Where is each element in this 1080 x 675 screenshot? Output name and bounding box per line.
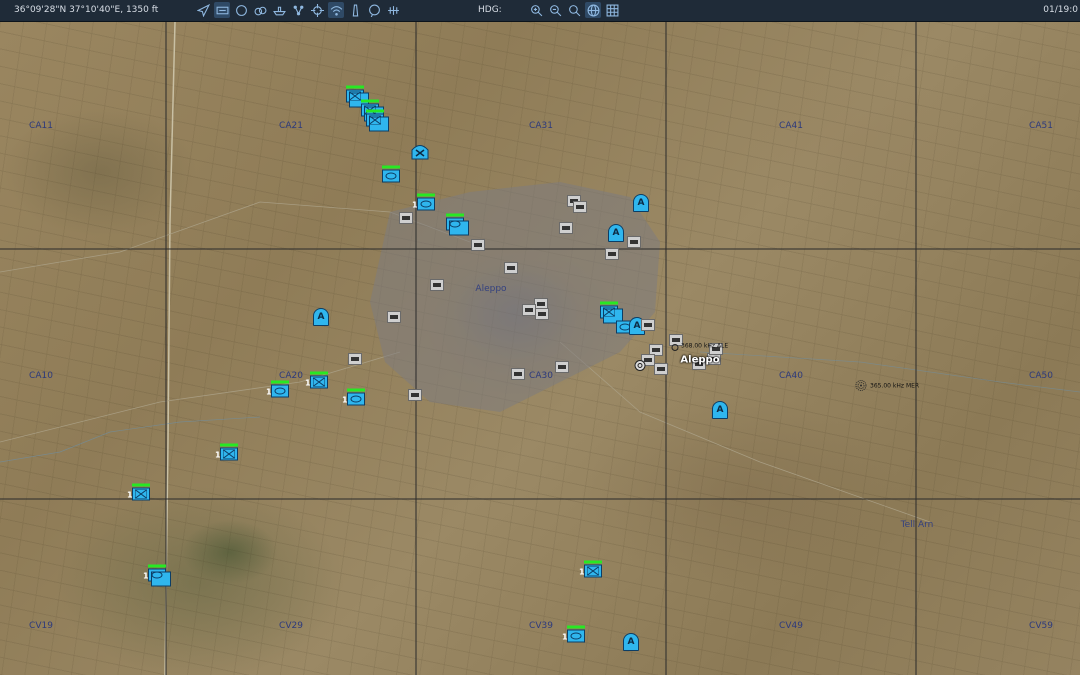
enemy-vehicle-icon[interactable]	[399, 212, 413, 224]
grid-label: CA40	[779, 371, 803, 381]
enemy-vehicle-icon[interactable]	[511, 368, 525, 380]
grid-label: CA30	[529, 371, 553, 381]
city-label-tell-arn: Tell Arn	[900, 520, 934, 530]
enemy-vehicle-icon[interactable]	[430, 279, 444, 291]
enemy-vehicle-icon[interactable]	[555, 361, 569, 373]
top-toolbar: 36°09'28"N 37°10'40"E, 1350 ft HDG: 01/1…	[0, 0, 1080, 22]
friendly-unit[interactable]: 1	[342, 388, 365, 406]
enemy-vehicle-icon[interactable]	[522, 304, 536, 316]
grid-label: CV19	[29, 621, 53, 631]
map-canvas[interactable]: CA11 CA21 CA31 CA41 CA51 CA10 CA20 CA30 …	[0, 22, 1080, 675]
grid-label: CA41	[779, 121, 803, 131]
radar-icon[interactable]	[385, 2, 401, 18]
grid-label: CA10	[29, 371, 53, 381]
friendly-helicopter-icon[interactable]	[411, 143, 429, 165]
wifi-icon[interactable]	[328, 2, 344, 18]
friendly-unit[interactable]	[366, 109, 389, 132]
friendly-unit[interactable]: 1	[412, 193, 435, 211]
air-defense-marker[interactable]: A	[712, 401, 728, 419]
grid-label: CA21	[279, 121, 303, 131]
grid-label: CA31	[529, 121, 553, 131]
grid-label: CA11	[29, 121, 53, 131]
friendly-unit[interactable]: 1	[215, 443, 238, 461]
mission-clock: 01/19:0	[1043, 5, 1078, 15]
globe-icon[interactable]	[585, 2, 601, 18]
enemy-vehicle-icon[interactable]	[654, 363, 668, 375]
grid-label: CA50	[1029, 371, 1053, 381]
grid-icon[interactable]	[604, 2, 620, 18]
enemy-vehicle-icon[interactable]	[535, 308, 549, 320]
friendly-unit[interactable]	[382, 165, 400, 183]
airfield-label[interactable]: Aleppo	[680, 355, 719, 366]
friendly-unit[interactable]: 1	[579, 560, 602, 578]
airfield-icon[interactable]	[634, 357, 646, 376]
ndb-beacon-icon[interactable]	[855, 377, 867, 396]
navigate-icon[interactable]	[195, 2, 211, 18]
layers-icon[interactable]	[214, 2, 230, 18]
road	[0, 351, 401, 443]
road	[559, 341, 931, 523]
beacon-label: 368.00 kHz ALE	[681, 342, 729, 350]
enemy-vehicle-icon[interactable]	[627, 236, 641, 248]
friendly-unit[interactable]: 1	[305, 371, 328, 389]
grid-label: CV29	[279, 621, 303, 631]
enemy-vehicle-icon[interactable]	[504, 262, 518, 274]
enemy-vehicle-icon[interactable]	[559, 222, 573, 234]
circle-icon[interactable]	[233, 2, 249, 18]
enemy-vehicle-icon[interactable]	[641, 319, 655, 331]
zoom-reset-icon[interactable]	[566, 2, 582, 18]
enemy-vehicle-icon[interactable]	[573, 201, 587, 213]
grid-label: CA20	[279, 371, 303, 381]
heading-label: HDG:	[478, 5, 502, 15]
zoom-icon-group	[528, 2, 620, 19]
air-defense-marker[interactable]: A	[623, 633, 639, 651]
friendly-unit[interactable]	[600, 301, 623, 324]
grid-label: CA51	[1029, 121, 1053, 131]
zoom-in-icon[interactable]	[528, 2, 544, 18]
friendly-unit[interactable]: 1	[127, 483, 150, 501]
enemy-vehicle-icon[interactable]	[408, 389, 422, 401]
enemy-vehicle-icon[interactable]	[387, 311, 401, 323]
ship-icon[interactable]	[271, 2, 287, 18]
beacon-label: 365.00 kHz MER	[870, 382, 920, 390]
friendly-unit[interactable]	[446, 213, 469, 236]
enemy-vehicle-icon[interactable]	[348, 353, 362, 365]
network-icon[interactable]	[290, 2, 306, 18]
cursor-coordinates: 36°09'28"N 37°10'40"E, 1350 ft	[14, 5, 159, 15]
enemy-vehicle-icon[interactable]	[605, 248, 619, 260]
grid-label: CV49	[779, 621, 803, 631]
air-defense-marker[interactable]: A	[608, 224, 624, 242]
tower-icon[interactable]	[347, 2, 363, 18]
air-defense-marker[interactable]: A	[313, 308, 329, 326]
enemy-vehicle-icon[interactable]	[471, 239, 485, 251]
weather-icon[interactable]	[252, 2, 268, 18]
ndb-beacon-icon[interactable]	[671, 337, 679, 356]
friendly-unit[interactable]: 1	[266, 380, 289, 398]
target-icon[interactable]	[309, 2, 325, 18]
city-label-aleppo: Aleppo	[475, 284, 507, 294]
friendly-unit[interactable]: 1	[143, 564, 171, 587]
air-defense-marker[interactable]: A	[633, 194, 649, 212]
zoom-out-icon[interactable]	[547, 2, 563, 18]
grid-label: CV39	[529, 621, 553, 631]
chat-icon[interactable]	[366, 2, 382, 18]
tool-icon-group	[195, 2, 401, 19]
friendly-unit[interactable]: 1	[562, 625, 585, 643]
grid-label: CV59	[1029, 621, 1053, 631]
